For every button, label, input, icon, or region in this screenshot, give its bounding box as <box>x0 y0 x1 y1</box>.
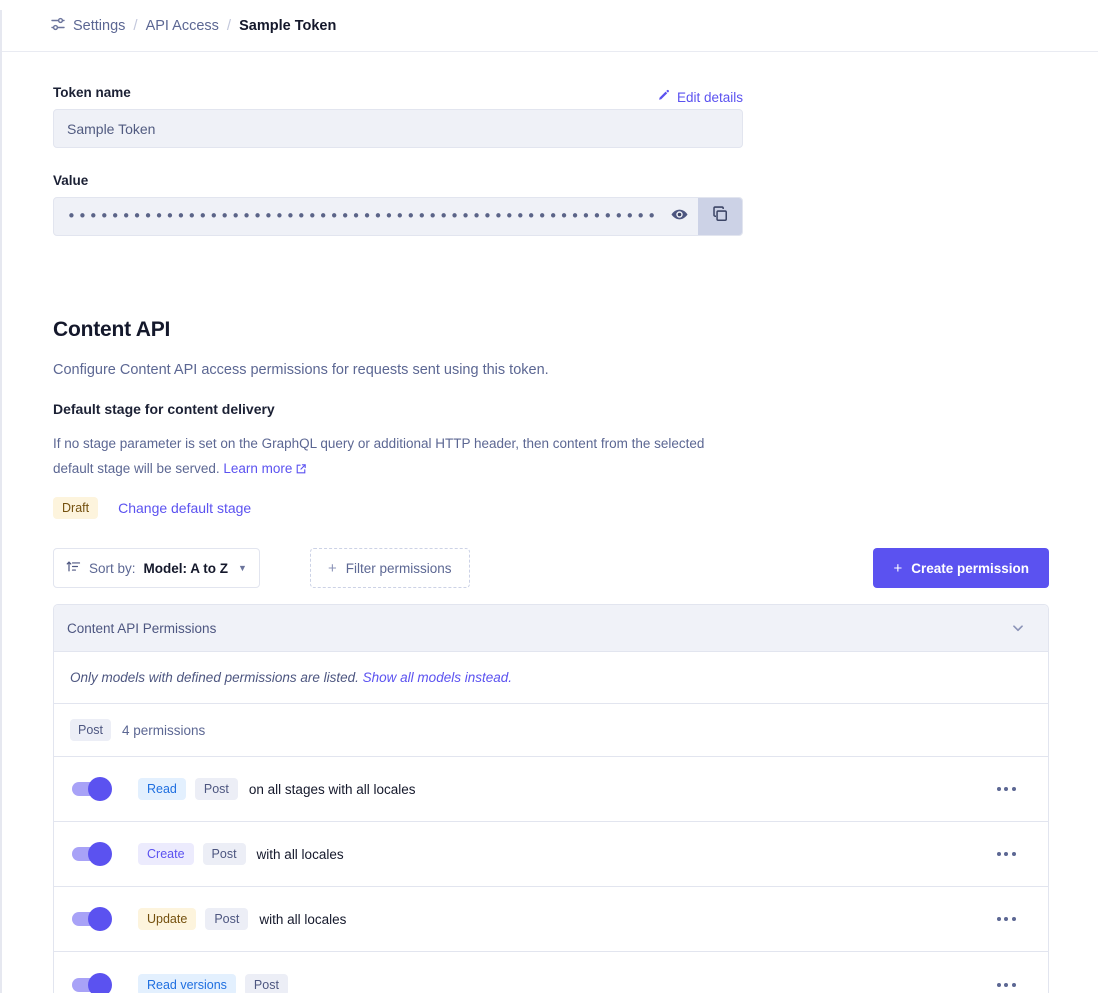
token-value-section: Value ••••••••••••••••••••••••••••••••••… <box>53 173 743 236</box>
permission-model-chip: Post <box>195 778 238 800</box>
token-value-masked: ••••••••••••••••••••••••••••••••••••••••… <box>54 209 660 224</box>
more-horizontal-icon[interactable] <box>984 787 1028 791</box>
default-stage-heading: Default stage for content delivery <box>53 401 275 417</box>
table-row: Read versions Post <box>54 952 1048 993</box>
plus-icon: + <box>893 561 902 576</box>
sort-by-value: Model: A to Z <box>144 561 228 576</box>
permission-action-chip: Create <box>138 843 194 865</box>
token-name-value: Sample Token <box>67 121 155 137</box>
more-horizontal-icon[interactable] <box>984 917 1028 921</box>
filter-permissions-label: Filter permissions <box>346 561 452 576</box>
external-link-icon <box>295 458 307 483</box>
permission-details: Create Post with all locales <box>138 843 984 865</box>
permission-toggle-cell <box>54 978 138 992</box>
sort-ascending-icon <box>66 559 81 577</box>
copy-icon <box>710 204 731 230</box>
toggle-knob <box>88 907 112 931</box>
permissions-card-header[interactable]: Content API Permissions <box>54 605 1048 652</box>
show-all-models-link[interactable]: Show all models instead. <box>363 670 512 685</box>
breadcrumb-settings-label: Settings <box>73 18 125 34</box>
sliders-icon <box>50 16 66 36</box>
permission-scope-text: on all stages with all locales <box>249 782 416 797</box>
permissions-group-header: Post 4 permissions <box>54 704 1048 757</box>
plus-icon: + <box>328 561 337 576</box>
chevron-down-icon[interactable] <box>1009 619 1027 637</box>
breadcrumb-item-api-access[interactable]: API Access <box>146 18 219 34</box>
reveal-token-button[interactable] <box>660 197 698 236</box>
breadcrumb-current-page: Sample Token <box>239 18 336 34</box>
edit-details-label: Edit details <box>677 90 743 105</box>
permissions-card-title: Content API Permissions <box>67 621 216 636</box>
group-permission-count: 4 permissions <box>122 723 205 738</box>
change-default-stage-button[interactable]: Change default stage <box>118 500 251 516</box>
pencil-icon <box>657 89 670 105</box>
table-row: Update Post with all locales <box>54 887 1048 952</box>
default-stage-description: If no stage parameter is set on the Grap… <box>53 431 733 483</box>
learn-more-link[interactable]: Learn more <box>223 461 307 476</box>
sort-by-prefix: Sort by: <box>89 561 136 576</box>
more-horizontal-icon[interactable] <box>984 983 1028 987</box>
left-rail-divider <box>0 0 2 993</box>
permission-toggle-cell <box>54 912 138 926</box>
permission-action-chip: Read <box>138 778 186 800</box>
permission-toggle[interactable] <box>72 978 106 992</box>
default-stage-description-text: If no stage parameter is set on the Grap… <box>53 436 704 476</box>
table-row: Read Post on all stages with all locales <box>54 757 1048 822</box>
content-api-permissions-card: Content API Permissions Only models with… <box>53 604 1049 993</box>
permission-toggle-cell <box>54 847 138 861</box>
default-stage-badge: Draft <box>53 497 98 519</box>
api-token-settings-page: Settings / API Access / Sample Token Tok… <box>0 0 1098 993</box>
permission-action-chip: Update <box>138 908 196 930</box>
toggle-knob <box>88 973 112 993</box>
permission-toggle[interactable] <box>72 912 106 926</box>
token-name-section: Token name Edit details Sample Token <box>53 85 743 148</box>
permission-details: Read Post on all stages with all locales <box>138 778 984 800</box>
toggle-knob <box>88 777 112 801</box>
permissions-note-row: Only models with defined permissions are… <box>54 652 1048 704</box>
caret-down-icon: ▼ <box>238 563 247 573</box>
permission-details: Update Post with all locales <box>138 908 984 930</box>
create-permission-label: Create permission <box>911 561 1029 576</box>
filter-permissions-button[interactable]: + Filter permissions <box>310 548 470 588</box>
permission-toggle[interactable] <box>72 782 106 796</box>
learn-more-label: Learn more <box>223 461 292 476</box>
breadcrumb: Settings / API Access / Sample Token <box>50 16 336 36</box>
permission-model-chip: Post <box>203 843 246 865</box>
permission-model-chip: Post <box>205 908 248 930</box>
toggle-knob <box>88 842 112 866</box>
content-api-title: Content API <box>53 318 170 342</box>
more-horizontal-icon[interactable] <box>984 852 1028 856</box>
token-value-field: ••••••••••••••••••••••••••••••••••••••••… <box>53 197 743 236</box>
eye-icon <box>670 205 689 229</box>
permissions-toolbar: Sort by: Model: A to Z ▼ + Filter permis… <box>53 548 1049 588</box>
breadcrumb-bar: Settings / API Access / Sample Token <box>2 0 1098 52</box>
table-row: Create Post with all locales <box>54 822 1048 887</box>
breadcrumb-separator-1: / <box>133 17 137 34</box>
sort-by-dropdown[interactable]: Sort by: Model: A to Z ▼ <box>53 548 260 588</box>
permission-model-chip: Post <box>245 974 288 993</box>
permissions-note-text: Only models with defined permissions are… <box>70 670 359 685</box>
create-permission-button[interactable]: + Create permission <box>873 548 1049 588</box>
breadcrumb-separator-2: / <box>227 17 231 34</box>
permission-toggle[interactable] <box>72 847 106 861</box>
permission-toggle-cell <box>54 782 138 796</box>
group-model-chip: Post <box>70 719 111 741</box>
copy-token-button[interactable] <box>698 197 742 236</box>
permission-action-chip: Read versions <box>138 974 236 993</box>
edit-details-button[interactable]: Edit details <box>657 89 743 105</box>
token-name-input[interactable]: Sample Token <box>53 109 743 148</box>
token-value-label: Value <box>53 173 743 188</box>
breadcrumb-item-settings[interactable]: Settings <box>50 16 125 36</box>
permission-details: Read versions Post <box>138 974 984 993</box>
content-api-description: Configure Content API access permissions… <box>53 362 773 378</box>
permission-scope-text: with all locales <box>257 847 344 862</box>
default-stage-row: Draft Change default stage <box>53 497 251 519</box>
permission-scope-text: with all locales <box>259 912 346 927</box>
token-name-label: Token name <box>53 85 131 100</box>
